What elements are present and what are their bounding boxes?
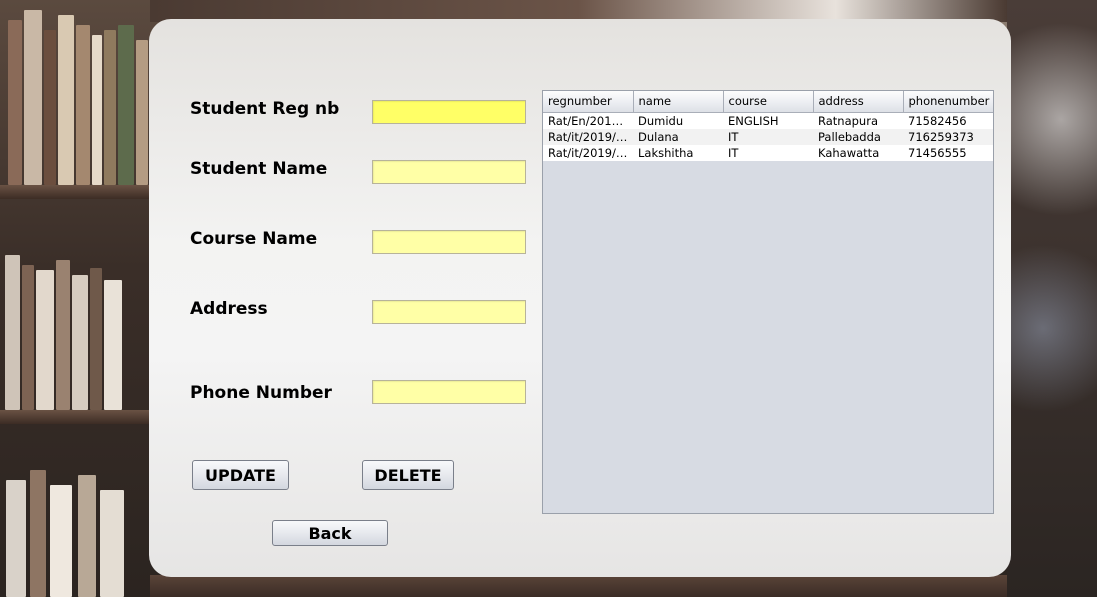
table-cell: Dumidu — [633, 112, 723, 129]
student-reg-nb-label: Student Reg nb — [190, 99, 340, 119]
book-spine — [92, 35, 102, 185]
background-bottom-strip — [150, 575, 1007, 597]
book-spine — [58, 15, 74, 185]
back-button[interactable]: Back — [272, 520, 388, 546]
book-spine — [6, 480, 26, 597]
table-cell: Rat/it/2019/f/... — [543, 144, 633, 161]
table-cell: IT — [723, 128, 813, 145]
book-spine — [76, 25, 90, 185]
table-row[interactable]: Rat/it/2019/f/... Dulana IT Pallebadda 7… — [543, 128, 993, 145]
table-cell: Kahawatta — [813, 144, 903, 161]
book-spine — [104, 30, 116, 185]
book-spine — [22, 265, 34, 410]
column-header-regnumber[interactable]: regnumber — [543, 91, 634, 113]
column-header-phonenumber[interactable]: phonenumber — [903, 91, 993, 113]
book-spine — [90, 268, 102, 410]
phone-number-label: Phone Number — [190, 383, 332, 403]
book-spine — [36, 270, 54, 410]
book-spine — [78, 475, 96, 597]
update-button[interactable]: UPDATE — [192, 460, 289, 490]
book-spine — [56, 260, 70, 410]
table-cell: 71582456 — [903, 112, 993, 129]
phone-number-input[interactable] — [372, 380, 526, 404]
table-cell: Lakshitha — [633, 144, 723, 161]
table-header-row: regnumber name course address phonenumbe… — [543, 91, 993, 113]
table-row[interactable]: Rat/En/2019/... Dumidu ENGLISH Ratnapura… — [543, 112, 993, 129]
book-spine — [118, 25, 134, 185]
table-cell: Ratnapura — [813, 112, 903, 129]
column-header-course[interactable]: course — [723, 91, 814, 113]
students-table[interactable]: regnumber name course address phonenumbe… — [542, 90, 994, 514]
book-spine — [44, 30, 56, 185]
student-name-label: Student Name — [190, 159, 328, 179]
book-spine — [50, 485, 72, 597]
book-spine — [8, 20, 22, 185]
address-input[interactable] — [372, 300, 526, 324]
shelf-board — [0, 410, 150, 424]
column-header-name[interactable]: name — [633, 91, 724, 113]
table-cell: Rat/En/2019/... — [543, 112, 633, 129]
table-cell: Rat/it/2019/f/... — [543, 128, 633, 145]
shelf-board — [0, 185, 150, 199]
table-cell: 71456555 — [903, 144, 993, 161]
table-row[interactable]: Rat/it/2019/f/... Lakshitha IT Kahawatta… — [543, 144, 993, 161]
book-spine — [104, 280, 122, 410]
book-spine — [100, 490, 124, 597]
address-label: Address — [190, 299, 268, 319]
book-spine — [136, 40, 148, 185]
book-spine — [5, 255, 20, 410]
course-name-input[interactable] — [372, 230, 526, 254]
student-reg-nb-input[interactable] — [372, 100, 526, 124]
course-name-label: Course Name — [190, 229, 318, 249]
student-form-panel: Student Reg nb Student Name Course Name … — [149, 19, 1011, 577]
book-spine — [30, 470, 46, 597]
student-name-input[interactable] — [372, 160, 526, 184]
table-cell: ENGLISH — [723, 112, 813, 129]
book-spine — [24, 10, 42, 185]
book-spine — [72, 275, 88, 410]
table-cell: IT — [723, 144, 813, 161]
background-blur — [1007, 0, 1097, 597]
table-cell: Dulana — [633, 128, 723, 145]
table-cell: 716259373 — [903, 128, 993, 145]
table-cell: Pallebadda — [813, 128, 903, 145]
delete-button[interactable]: DELETE — [362, 460, 454, 490]
column-header-address[interactable]: address — [813, 91, 904, 113]
